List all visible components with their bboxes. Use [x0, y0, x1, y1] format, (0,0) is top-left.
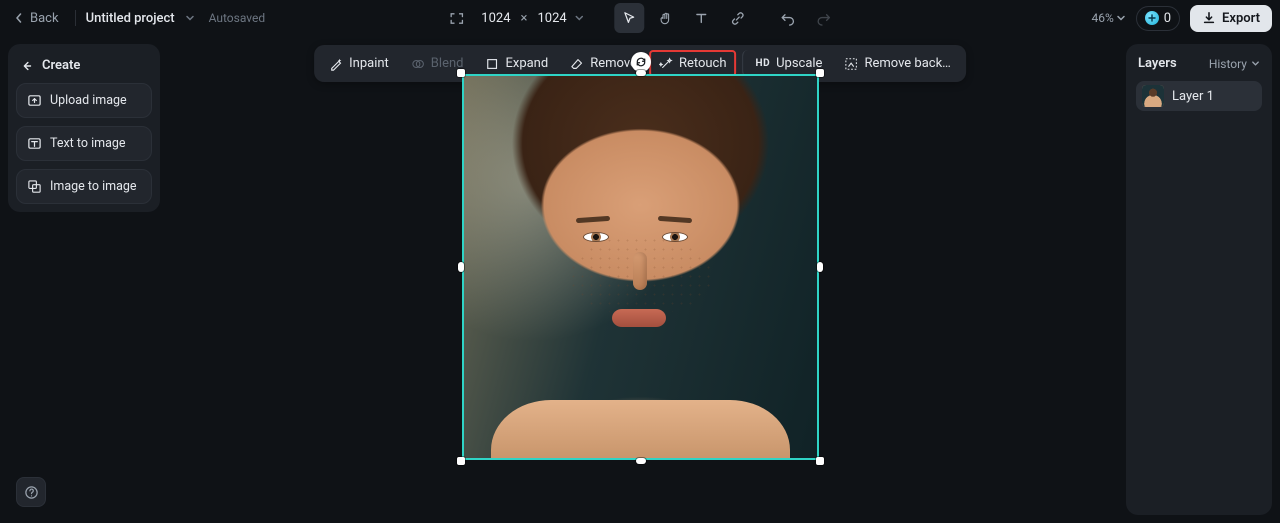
top-right-group: 46% 0 Export	[1091, 5, 1272, 32]
image-to-image-icon	[27, 179, 42, 194]
zoom-value: 46%	[1091, 11, 1113, 25]
tool-expand[interactable]: Expand	[475, 50, 558, 77]
link-tool-button[interactable]	[723, 3, 753, 33]
arrow-left-icon	[20, 59, 34, 73]
create-header[interactable]: Create	[16, 52, 152, 83]
resize-handle-l[interactable]	[458, 262, 464, 272]
tool-remove-bg[interactable]: Remove back…	[834, 50, 960, 77]
left-panel: Create Upload image Text to image Image …	[8, 44, 160, 212]
layer-thumbnail	[1142, 85, 1164, 107]
hand-icon	[658, 11, 673, 26]
credits-count: 0	[1164, 11, 1171, 26]
inpaint-icon	[329, 57, 343, 71]
dim-x: ×	[517, 11, 532, 26]
canvas-stage[interactable]	[462, 74, 819, 460]
project-title[interactable]: Untitled project	[86, 11, 175, 26]
eraser-icon	[570, 57, 584, 71]
resize-handle-br[interactable]	[816, 457, 824, 465]
resize-handle-tl[interactable]	[457, 69, 465, 77]
download-icon	[1202, 11, 1216, 25]
right-panel-header: Layers History	[1136, 54, 1262, 81]
expand-icon	[485, 57, 499, 71]
text-to-image-button[interactable]: Text to image	[16, 126, 152, 161]
create-label: Create	[42, 58, 80, 73]
redo-button	[809, 3, 839, 33]
text-icon	[695, 11, 709, 25]
resize-handle-b[interactable]	[636, 458, 646, 464]
upload-label: Upload image	[50, 93, 127, 108]
divider	[75, 10, 76, 26]
fit-icon	[449, 11, 464, 26]
chevron-down-icon	[1116, 13, 1126, 23]
resize-handle-bl[interactable]	[457, 457, 465, 465]
credits-icon	[1145, 11, 1159, 25]
tool-remove-bg-label: Remove back…	[864, 56, 950, 71]
retouch-icon	[659, 57, 673, 71]
image-to-image-button[interactable]: Image to image	[16, 169, 152, 204]
undo-button[interactable]	[773, 3, 803, 33]
chevron-down-icon	[1251, 59, 1260, 68]
tool-inpaint[interactable]: Inpaint	[319, 50, 399, 77]
dim-height: 1024	[537, 11, 566, 26]
history-button[interactable]: History	[1209, 57, 1260, 71]
resize-handle-tr[interactable]	[816, 69, 824, 77]
canvas-dimensions[interactable]: 1024 × 1024	[477, 11, 588, 26]
autosaved-status: Autosaved	[209, 11, 266, 25]
right-panel: Layers History Layer 1	[1126, 44, 1272, 515]
dim-width: 1024	[481, 11, 510, 26]
undo-icon	[780, 11, 795, 26]
resize-handle-r[interactable]	[817, 262, 823, 272]
blend-icon	[411, 57, 425, 71]
back-button[interactable]: Back	[8, 7, 65, 30]
export-button[interactable]: Export	[1190, 5, 1272, 32]
tool-remove-label: Remove	[590, 56, 637, 71]
upload-icon	[27, 93, 42, 108]
remove-bg-icon	[844, 57, 858, 71]
layer-row[interactable]: Layer 1	[1136, 81, 1262, 111]
layer-name: Layer 1	[1172, 89, 1214, 104]
text-tool-button[interactable]	[687, 3, 717, 33]
tool-expand-label: Expand	[505, 56, 548, 71]
tool-retouch-label: Retouch	[679, 56, 727, 71]
i2i-label: Image to image	[50, 179, 137, 194]
text-to-image-icon	[27, 136, 42, 151]
fit-canvas-button[interactable]	[441, 3, 471, 33]
zoom-display[interactable]: 46%	[1091, 11, 1125, 25]
redo-icon	[816, 11, 831, 26]
top-bar: Back Untitled project Autosaved 1024 × 1…	[0, 0, 1280, 36]
tool-inpaint-label: Inpaint	[349, 56, 389, 71]
hd-icon: HD	[756, 58, 771, 69]
select-tool-button[interactable]	[615, 3, 645, 33]
cursor-icon	[623, 11, 637, 25]
credits-pill[interactable]: 0	[1136, 6, 1180, 31]
export-label: Export	[1222, 11, 1260, 26]
top-left-group: Back Untitled project Autosaved	[8, 7, 308, 30]
history-label: History	[1209, 57, 1247, 71]
hand-tool-button[interactable]	[651, 3, 681, 33]
upload-image-button[interactable]: Upload image	[16, 83, 152, 118]
layers-title: Layers	[1138, 56, 1177, 71]
chevron-left-icon	[14, 13, 24, 23]
top-center-group: 1024 × 1024	[441, 3, 838, 33]
chevron-down-icon	[575, 13, 585, 23]
resize-handle-t[interactable]	[636, 70, 646, 76]
help-button[interactable]	[16, 477, 46, 507]
tool-retouch[interactable]: Retouch	[649, 50, 737, 77]
selection-outline	[462, 74, 819, 460]
t2i-label: Text to image	[50, 136, 126, 151]
back-label: Back	[30, 11, 59, 26]
link-icon	[730, 11, 745, 26]
refresh-icon	[635, 56, 647, 68]
chevron-down-icon[interactable]	[185, 13, 195, 23]
help-icon	[24, 485, 39, 500]
regenerate-button[interactable]	[631, 52, 651, 72]
